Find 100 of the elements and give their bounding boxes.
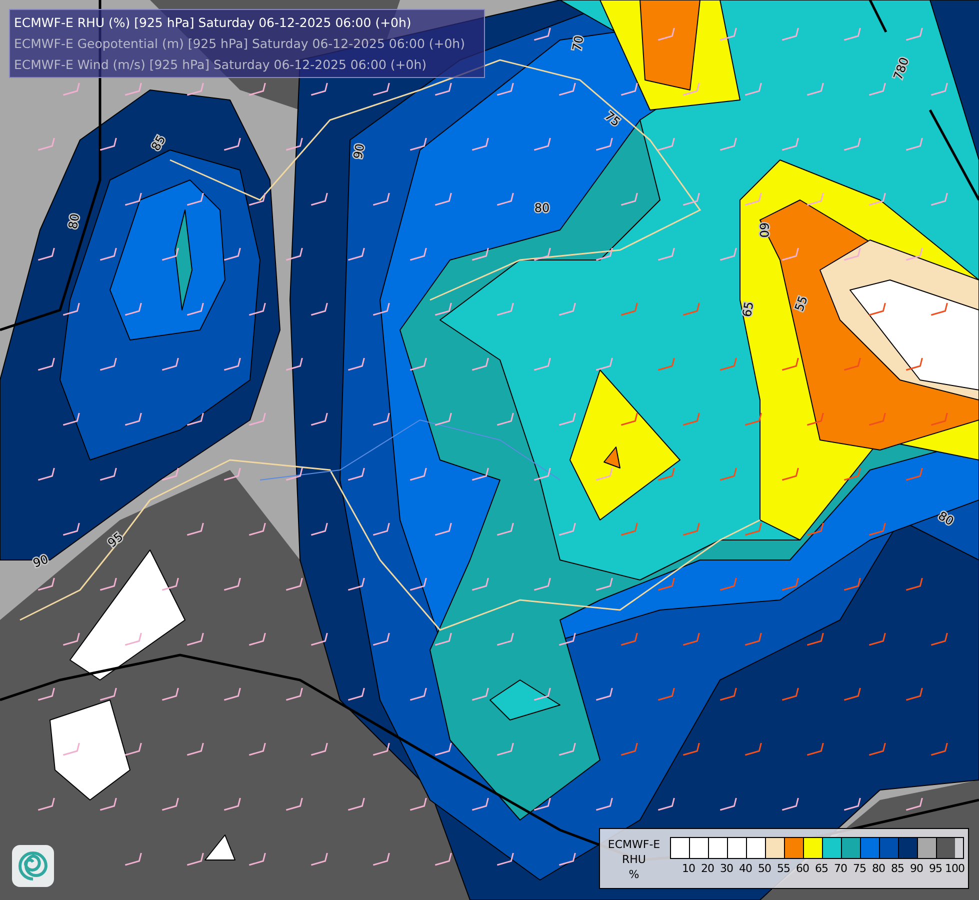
wind-barb-icon — [558, 852, 576, 866]
wind-barb-icon — [248, 192, 266, 206]
wind-barb-icon — [472, 138, 489, 151]
wind-barb-icon — [162, 798, 179, 811]
wind-barb-icon — [906, 468, 923, 481]
contour-label: 85 — [148, 132, 168, 154]
tick-label: 70 — [833, 862, 848, 875]
wind-barb-icon — [534, 248, 551, 261]
wind-barb-icon — [286, 468, 303, 481]
wind-barb-icon — [744, 742, 762, 756]
tick-label: 95 — [928, 862, 943, 875]
wind-barb-icon — [782, 798, 799, 811]
wind-barb-icon — [844, 138, 861, 151]
tick-label: 65 — [814, 862, 829, 875]
wind-barb-icon — [124, 742, 142, 756]
wind-barb-icon — [100, 798, 117, 811]
wind-barb-icon — [682, 412, 700, 426]
wind-barb-icon — [868, 302, 886, 316]
wind-barb-icon — [410, 688, 427, 701]
wind-barb-icon — [558, 412, 576, 426]
wind-barb-icon — [348, 798, 365, 811]
wind-barb-icon — [286, 358, 303, 371]
wind-barb-icon — [410, 138, 427, 151]
wind-barb-icon — [434, 852, 452, 866]
wind-barb-icon — [596, 578, 613, 591]
wind-barb-icon — [100, 358, 117, 371]
wind-barb-icon — [286, 688, 303, 701]
wind-barb-icon — [782, 578, 799, 591]
wind-barb-icon — [410, 578, 427, 591]
wind-barb-icon — [124, 192, 142, 206]
tick-label: 60 — [795, 862, 810, 875]
wind-barb-icon — [682, 82, 700, 96]
wind-barb-icon — [620, 742, 638, 756]
tick-label: 80 — [871, 862, 886, 875]
layer-title[interactable]: ECMWF-E Wind (m/s) [925 hPa] Saturday 06-12-2025 06:00 (+0h) — [14, 54, 480, 75]
wind-barb-icon — [434, 742, 452, 756]
legend-title: RHU — [622, 852, 646, 867]
wind-barb-icon — [844, 28, 861, 41]
wind-barb-icon — [348, 578, 365, 591]
wind-barb-icon — [534, 468, 551, 481]
wind-barb-icon — [186, 412, 204, 426]
tick-label: 55 — [776, 862, 791, 875]
wind-barb-icon — [224, 798, 241, 811]
wind-barb-icon — [806, 742, 824, 756]
wind-barb-icon — [620, 632, 638, 646]
wind-barb-icon — [782, 468, 799, 481]
wind-barb-icon — [248, 82, 266, 96]
layer-title[interactable]: ECMWF-E RHU (%) [925 hPa] Saturday 06-12-2025 06:00 (+0h) — [14, 12, 480, 33]
wind-barb-icon — [930, 742, 948, 756]
wind-barb-icon — [38, 688, 55, 701]
wind-barb-icon — [124, 82, 142, 96]
contour-label: 80 — [936, 508, 956, 528]
wind-barb-icon — [472, 468, 489, 481]
wind-barb-icon — [162, 688, 179, 701]
wind-barb-icon — [720, 578, 737, 591]
wind-barb-icon — [224, 468, 241, 481]
wind-barb-icon — [558, 302, 576, 316]
wind-barb-icon — [658, 688, 675, 701]
wind-barb-icon — [62, 522, 80, 536]
wind-barb-icon — [658, 138, 675, 151]
wind-barb-icon — [868, 82, 886, 96]
wind-barb-icon — [496, 522, 514, 536]
wind-barb-icon — [186, 742, 204, 756]
wind-barb-icon — [930, 302, 948, 316]
wind-barb-icon — [534, 138, 551, 151]
wind-barb-icon — [720, 248, 737, 261]
wind-barb-icon — [782, 248, 799, 261]
wind-barb-icon — [534, 358, 551, 371]
wind-barb-icon — [124, 302, 142, 316]
wind-barb-icon — [868, 632, 886, 646]
wind-barb-icon — [744, 82, 762, 96]
tick-label: 10 — [681, 862, 696, 875]
wind-barb-icon — [248, 412, 266, 426]
wind-barb-icon — [348, 468, 365, 481]
humidity-area — [490, 680, 560, 720]
wind-barb-icon — [558, 632, 576, 646]
wind-barb-icon — [658, 468, 675, 481]
wind-barb-icon — [744, 192, 762, 206]
wind-barb-icon — [844, 798, 861, 811]
wind-barb-icon — [248, 302, 266, 316]
wind-barb-icon — [38, 468, 55, 481]
wind-barb-icon — [224, 688, 241, 701]
wind-barb-icon — [744, 522, 762, 536]
legend-title: % — [628, 867, 640, 882]
wind-barb-icon — [38, 798, 55, 811]
wind-barb-icon — [558, 522, 576, 536]
wind-barb-icon — [806, 522, 824, 536]
wind-barb-icon — [682, 632, 700, 646]
tick-label: 40 — [738, 862, 753, 875]
wind-barb-icon — [372, 82, 390, 96]
wind-barb-icon — [310, 412, 328, 426]
wind-barb-icon — [868, 412, 886, 426]
wind-barb-icon — [62, 742, 80, 756]
wind-barb-icon — [744, 632, 762, 646]
wind-barb-icon — [286, 138, 303, 151]
layer-title[interactable]: ECMWF-E Geopotential (m) [925 hPa] Saturday 06-12-2025 06:00 (+0h) — [14, 33, 480, 54]
wind-barb-icon — [100, 138, 117, 151]
tick-label: 85 — [890, 862, 905, 875]
wind-barb-icon — [930, 412, 948, 426]
wind-barb-icon — [348, 688, 365, 701]
